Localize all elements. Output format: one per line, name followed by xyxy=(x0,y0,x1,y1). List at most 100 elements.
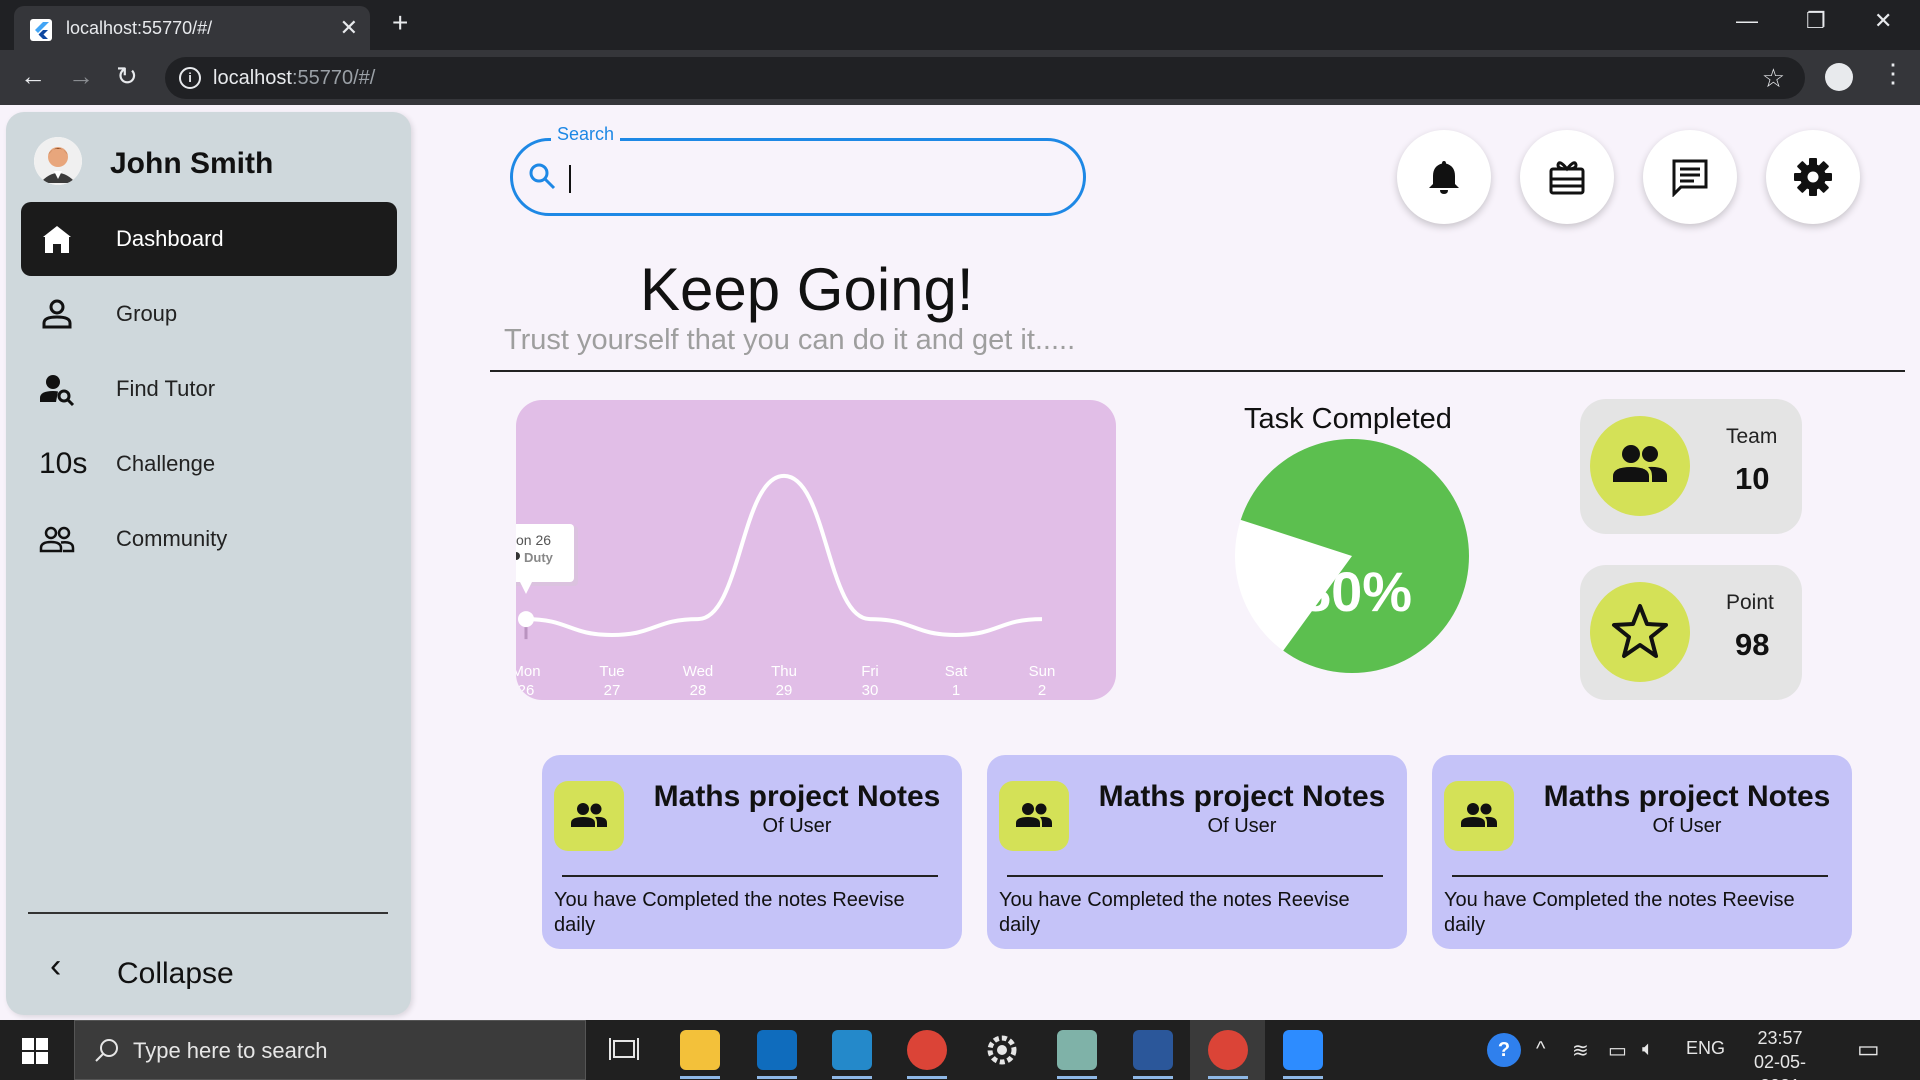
windows-start-icon[interactable] xyxy=(22,1038,48,1064)
search-field[interactable]: Search xyxy=(510,124,1086,216)
task-view-icon[interactable] xyxy=(604,1030,644,1070)
home-icon xyxy=(43,226,71,253)
point-value: 98 xyxy=(1735,627,1770,662)
site-info-icon[interactable]: i xyxy=(179,67,201,89)
x-tick-date: 1 xyxy=(952,682,960,699)
wifi-icon[interactable]: ≋ xyxy=(1572,1038,1589,1063)
vscode-icon[interactable] xyxy=(832,1030,872,1079)
x-tick-date: 30 xyxy=(862,682,879,699)
sidebar-item-label: Dashboard xyxy=(116,226,224,251)
x-tick-day: Sun xyxy=(1029,663,1056,680)
x-tick-day: Wed xyxy=(683,663,714,680)
tab-title: localhost:55770/#/ xyxy=(66,18,213,38)
point-icon-badge xyxy=(1590,582,1690,682)
sidebar-item-find-tutor[interactable]: Find Tutor xyxy=(21,352,397,426)
close-tab-icon[interactable]: ✕ xyxy=(340,15,358,41)
chevron-up-icon[interactable]: ^ xyxy=(1536,1038,1545,1061)
browser-tab-bar: localhost:55770/#/ ✕ + — ❐ ✕ xyxy=(0,0,1920,50)
volume-icon[interactable]: 🔈︎ xyxy=(1642,1038,1654,1061)
sidebar-divider xyxy=(28,912,388,914)
settings-gear-icon[interactable] xyxy=(982,1030,1022,1070)
back-icon[interactable]: ← xyxy=(20,62,46,90)
sidebar-item-community[interactable]: Community xyxy=(21,502,397,576)
tooltip-line-1: on 26 xyxy=(516,532,551,548)
word-icon[interactable] xyxy=(1133,1030,1173,1079)
chrome-active-icon[interactable] xyxy=(1208,1030,1248,1079)
x-tick-date: 26 xyxy=(518,682,535,699)
tooltip-line-2: Duty xyxy=(524,550,554,565)
data-point-selected[interactable] xyxy=(518,611,534,628)
x-tick-day: Sat xyxy=(945,663,968,680)
bell-icon xyxy=(1429,161,1459,194)
taskbar-search[interactable]: Type here to search xyxy=(74,1020,586,1080)
gear-icon xyxy=(1794,158,1832,196)
series-line xyxy=(525,473,1043,638)
notes-app-icon[interactable] xyxy=(1057,1030,1097,1079)
sidebar-item-dashboard[interactable]: Dashboard xyxy=(21,202,397,276)
reload-icon[interactable]: ↻ xyxy=(116,62,138,90)
notifications-button[interactable] xyxy=(1397,130,1491,224)
battery-icon[interactable]: ▭ xyxy=(1608,1038,1627,1063)
people-icon xyxy=(571,803,607,827)
sidebar-item-challenge[interactable]: 10s Challenge xyxy=(21,427,397,501)
sidebar: John Smith Dashboard Group Find Tutor 10… xyxy=(6,112,411,1015)
people-icon xyxy=(39,526,75,553)
profile-icon[interactable] xyxy=(1825,63,1853,91)
language-indicator[interactable]: ENG xyxy=(1686,1038,1725,1059)
activity-line-chart[interactable]: on 26 Duty Mon 26 Tue 27 Wed 28 Thu 29 Fri 30 Sat 1… xyxy=(516,400,1116,700)
chevron-left-icon: ‹ xyxy=(50,947,62,985)
new-tab-button[interactable]: + xyxy=(392,9,408,37)
note-card[interactable]: Maths project Notes Of User You have Com… xyxy=(1432,755,1852,949)
bookmark-star-icon[interactable]: ☆ xyxy=(1762,63,1785,94)
rewards-button[interactable] xyxy=(1520,130,1614,224)
window-close-icon[interactable]: ✕ xyxy=(1874,8,1892,34)
tooltip: on 26 Duty xyxy=(516,524,578,594)
messages-button[interactable] xyxy=(1643,130,1737,224)
team-icon-badge xyxy=(1590,416,1690,516)
minimize-icon[interactable]: — xyxy=(1736,8,1758,34)
note-body: You have Completed the notes Reevise dai… xyxy=(554,889,905,936)
avatar xyxy=(34,137,82,185)
timer-10s-icon: 10s xyxy=(39,447,88,480)
restore-icon[interactable]: ❐ xyxy=(1806,8,1826,34)
browser-menu-icon[interactable]: ⋮ xyxy=(1880,58,1906,89)
forward-icon[interactable]: → xyxy=(68,62,94,90)
note-body: You have Completed the notes Reevise dai… xyxy=(1444,889,1795,936)
clock[interactable]: 23:57 02-05-2021 xyxy=(1735,1026,1825,1080)
note-icon-badge xyxy=(1444,781,1514,851)
note-card[interactable]: Maths project Notes Of User You have Com… xyxy=(987,755,1407,949)
activity-chart-card: on 26 Duty Mon 26 Tue 27 Wed 28 Thu 29 Fri 30 Sat 1… xyxy=(516,400,1116,700)
sidebar-item-label: Find Tutor xyxy=(116,376,216,401)
chrome-icon[interactable] xyxy=(907,1030,947,1079)
x-tick-day: Mon xyxy=(516,663,541,680)
x-tick-date: 2 xyxy=(1038,682,1046,699)
point-stat-card[interactable]: Point 98 xyxy=(1580,565,1802,700)
help-icon[interactable]: ? xyxy=(1487,1033,1521,1067)
outlook-icon[interactable] xyxy=(757,1030,797,1079)
x-tick-day: Fri xyxy=(861,663,879,680)
page-title: Keep Going! xyxy=(640,256,974,323)
file-explorer-icon[interactable] xyxy=(680,1030,720,1079)
x-tick-date: 28 xyxy=(690,682,707,699)
sidebar-item-group[interactable]: Group xyxy=(21,277,397,351)
taskbar-search-placeholder: Type here to search xyxy=(133,1038,328,1063)
search-input[interactable] xyxy=(569,153,1059,201)
header-divider xyxy=(490,370,1905,372)
team-stat-card[interactable]: Team 10 xyxy=(1580,399,1802,534)
address-bar[interactable]: i localhost:55770/#/ ☆ xyxy=(165,57,1805,99)
browser-tab[interactable]: localhost:55770/#/ ✕ xyxy=(14,6,370,50)
avatar-icon xyxy=(34,137,82,185)
note-divider xyxy=(562,875,938,877)
point-label: Point xyxy=(1726,591,1774,614)
note-subtitle: Of User xyxy=(1652,815,1722,837)
sidebar-item-label: Challenge xyxy=(116,451,216,476)
chat-icon xyxy=(1672,159,1708,197)
settings-button[interactable] xyxy=(1766,130,1860,224)
notification-center-icon[interactable]: ▭ xyxy=(1857,1035,1880,1064)
people-icon xyxy=(1613,445,1667,482)
note-card[interactable]: Maths project Notes Of User You have Com… xyxy=(542,755,962,949)
collapse-button[interactable]: ‹ Collapse xyxy=(28,937,388,997)
user-name: John Smith xyxy=(110,147,274,180)
person-icon xyxy=(42,299,72,329)
zoom-icon[interactable] xyxy=(1283,1030,1323,1079)
